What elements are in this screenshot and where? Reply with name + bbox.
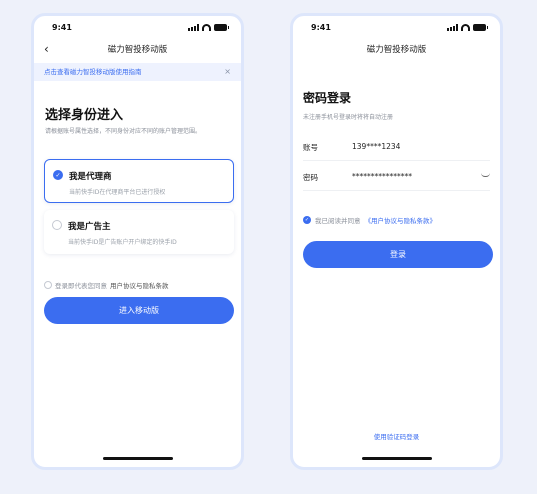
status-time: 9:41 <box>52 23 72 32</box>
eye-closed-icon[interactable] <box>481 173 490 177</box>
home-indicator <box>102 457 173 460</box>
page-subtitle: 请根据账号属性选择，不同身份对应不同的账户管理范围。 <box>45 128 202 135</box>
close-icon[interactable]: × <box>224 63 231 81</box>
home-indicator <box>361 457 432 460</box>
account-label: 账号 <box>303 143 318 152</box>
password-field-row[interactable]: 密码 **************** <box>303 161 490 191</box>
account-field-row[interactable]: 账号 139****1234 <box>303 131 490 161</box>
account-input[interactable]: 139****1234 <box>352 142 400 151</box>
password-input[interactable]: **************** <box>352 172 412 181</box>
banner-text[interactable]: 点击查看磁力智投移动版使用指南 <box>44 68 142 76</box>
agreement-row[interactable]: ✓ 我已阅读并同意 《用户协议与隐私条款》 <box>303 215 436 225</box>
checkbox-checked-icon[interactable]: ✓ <box>303 216 311 224</box>
phone-password-login: 9:41 磁力智投移动版 密码登录 未注册手机号登录时将将自动注册 账号 139… <box>290 13 503 470</box>
role-description: 当前快手ID在代理商平台已进行授权 <box>69 189 166 196</box>
role-title: 我是广告主 <box>68 222 111 232</box>
status-icons <box>447 24 488 31</box>
battery-icon <box>473 24 488 31</box>
battery-icon <box>214 24 229 31</box>
guide-banner[interactable]: 点击查看磁力智投移动版使用指南 × <box>34 63 241 81</box>
agreement-link[interactable]: 《用户协议与隐私条款》 <box>365 215 437 225</box>
status-bar: 9:41 <box>307 23 488 35</box>
status-time: 9:41 <box>311 23 331 32</box>
status-icons <box>188 24 229 31</box>
nav-title: 磁力智投移动版 <box>366 45 427 55</box>
login-button[interactable]: 登录 <box>303 241 493 268</box>
page-title: 密码登录 <box>303 91 352 105</box>
sms-login-link[interactable]: 使用验证码登录 <box>293 431 500 441</box>
wifi-icon <box>461 24 470 31</box>
agreement-text: 我已阅读并同意 <box>315 217 361 225</box>
enter-mobile-button[interactable]: 进入移动版 <box>44 297 234 324</box>
agreement-link[interactable]: 用户协议与隐私条款 <box>110 280 169 290</box>
status-bar: 9:41 <box>48 23 229 35</box>
radio-checked-icon[interactable]: ✓ <box>53 170 63 180</box>
role-description: 当前快手ID是广告账户开户绑定的快手ID <box>68 239 177 246</box>
phone-identity-select: 9:41 ‹ 磁力智投移动版 点击查看磁力智投移动版使用指南 × 选择身份进入 … <box>31 13 244 470</box>
signal-icon <box>188 24 199 31</box>
password-label: 密码 <box>303 173 318 182</box>
agreement-row[interactable]: 登录即代表您同意 用户协议与隐私条款 <box>44 280 169 290</box>
role-title: 我是代理商 <box>69 172 112 182</box>
nav-bar: 磁力智投移动版 <box>293 42 500 58</box>
checkbox-icon[interactable] <box>44 281 52 289</box>
wifi-icon <box>202 24 211 31</box>
page-subtitle: 未注册手机号登录时将将自动注册 <box>303 114 394 121</box>
role-option-advertiser[interactable]: 我是广告主 当前快手ID是广告账户开户绑定的快手ID <box>44 210 234 254</box>
agreement-text: 登录即代表您同意 <box>55 282 107 290</box>
page-title: 选择身份进入 <box>45 108 124 123</box>
nav-title: 磁力智投移动版 <box>107 45 168 55</box>
role-option-agent[interactable]: ✓ 我是代理商 当前快手ID在代理商平台已进行授权 <box>44 159 234 203</box>
nav-bar: ‹ 磁力智投移动版 <box>34 42 241 58</box>
back-chevron-icon[interactable]: ‹ <box>44 43 49 55</box>
signal-icon <box>447 24 458 31</box>
radio-unchecked-icon[interactable] <box>52 220 62 230</box>
